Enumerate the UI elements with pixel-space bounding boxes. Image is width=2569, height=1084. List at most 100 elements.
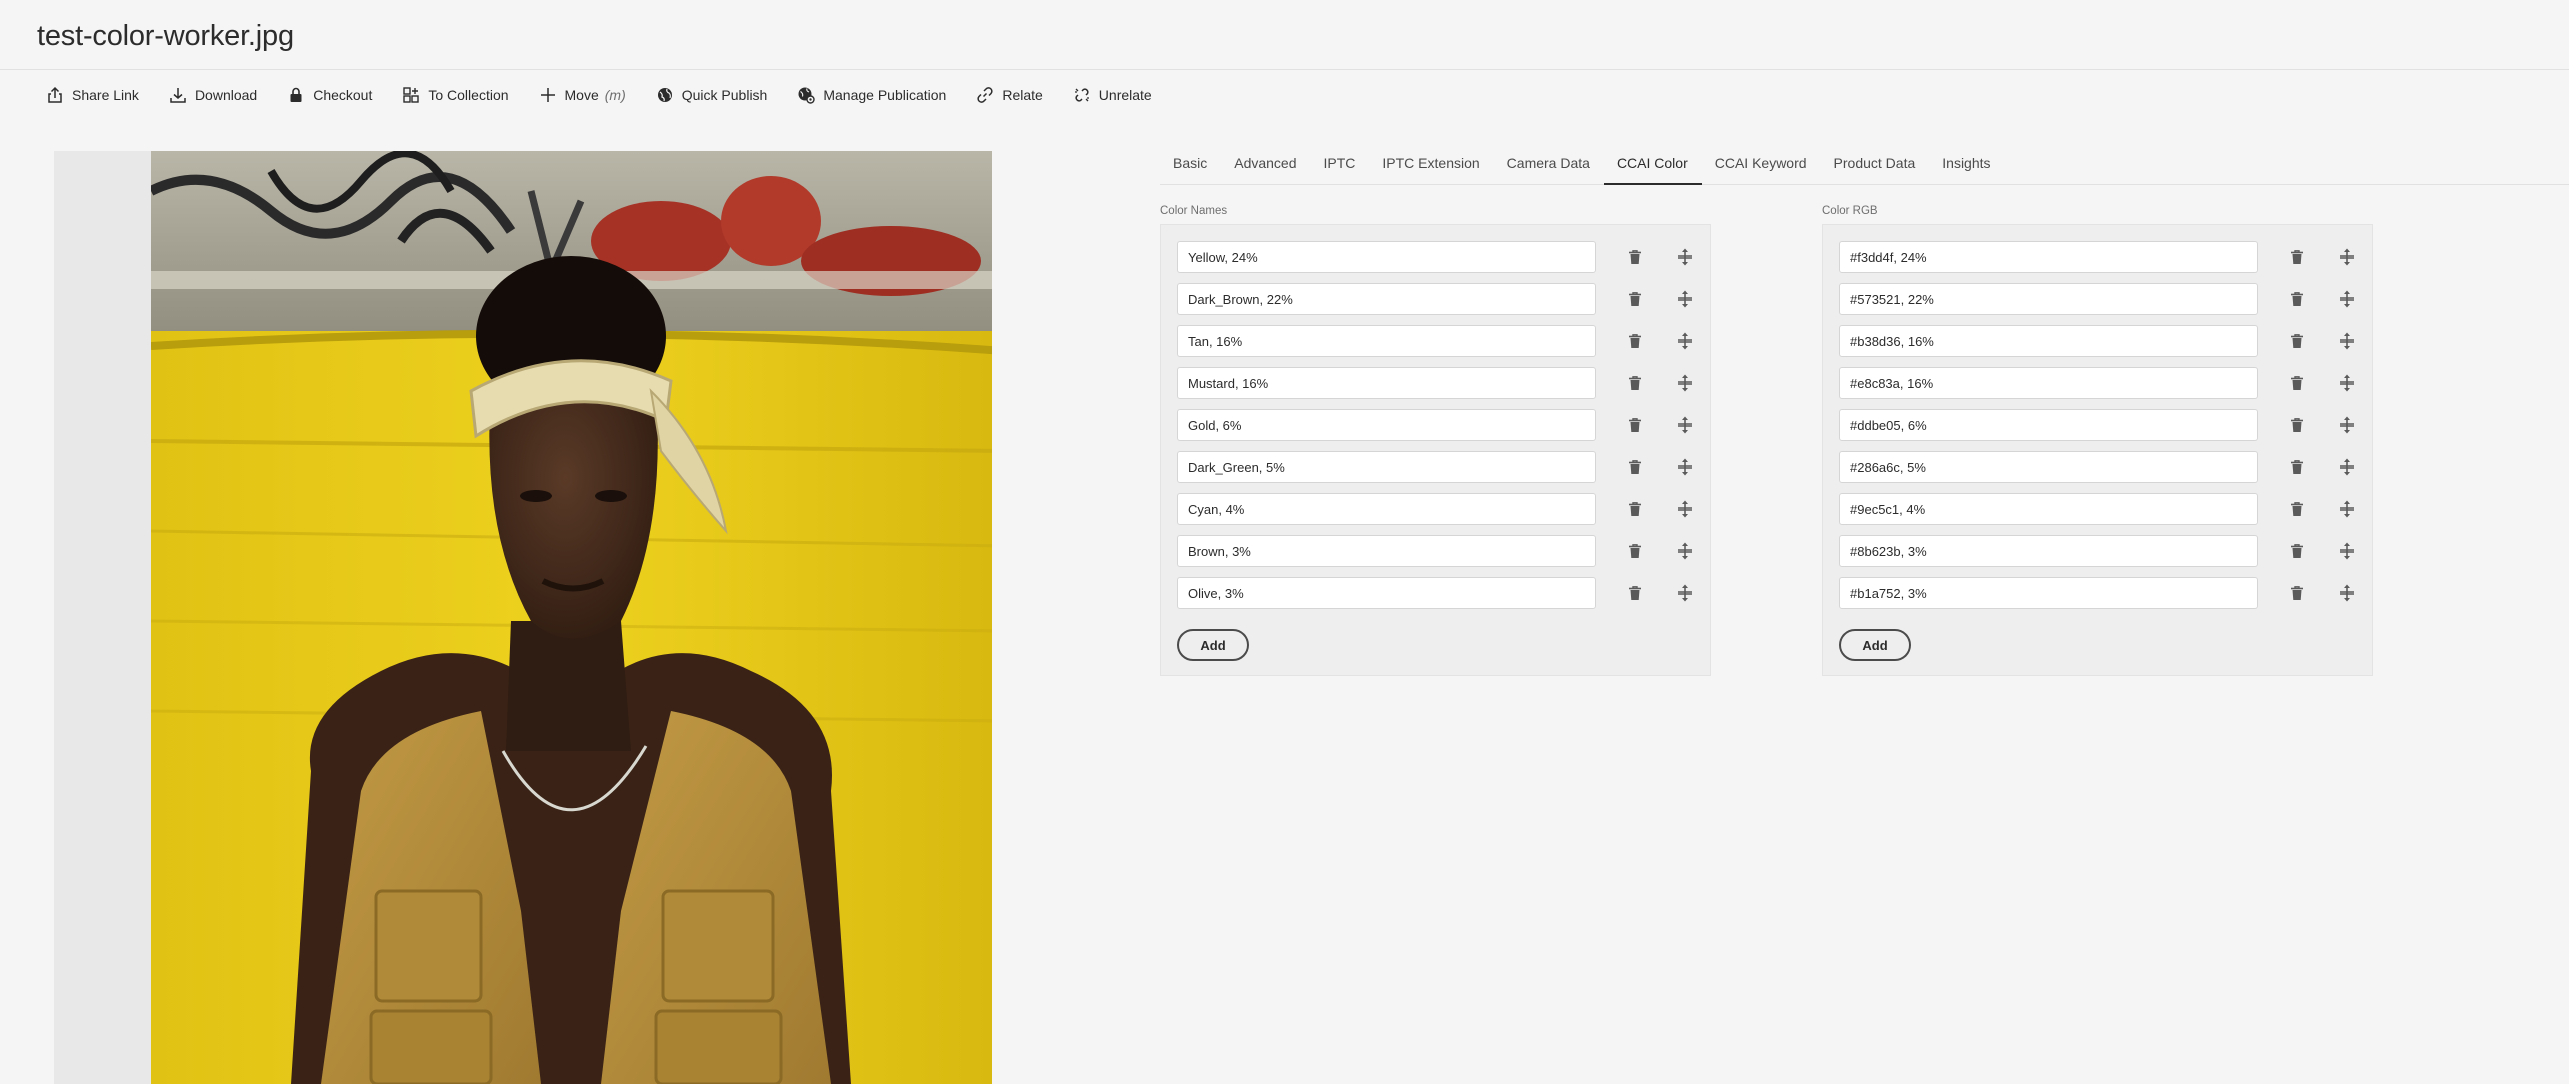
- trash-icon[interactable]: [1626, 332, 1644, 350]
- drag-handle-icon[interactable]: [1675, 499, 1695, 519]
- color-rgb-value-input[interactable]: [1839, 577, 2258, 609]
- color-rgb-value-input[interactable]: [1839, 535, 2258, 567]
- color-rgb-value-input[interactable]: [1839, 283, 2258, 315]
- color-name-value-input[interactable]: [1177, 577, 1596, 609]
- share-link-label: Share Link: [72, 87, 139, 103]
- drag-handle-icon[interactable]: [1675, 289, 1695, 309]
- tab-iptc-extension[interactable]: IPTC Extension: [1369, 141, 1493, 184]
- trash-icon[interactable]: [2288, 248, 2306, 266]
- color-rgb-row: [1839, 409, 2359, 441]
- drag-handle-icon[interactable]: [1675, 415, 1695, 435]
- manage-publication-button[interactable]: Manage Publication: [797, 86, 946, 104]
- move-button[interactable]: Move (m): [539, 86, 626, 104]
- download-button[interactable]: Download: [169, 86, 257, 104]
- color-rgb-row: [1839, 367, 2359, 399]
- color-name-row: [1177, 283, 1697, 315]
- drag-handle-icon[interactable]: [2337, 457, 2357, 477]
- drag-handle-icon[interactable]: [2337, 583, 2357, 603]
- move-icon: [540, 88, 555, 102]
- trash-icon[interactable]: [2288, 584, 2306, 602]
- relate-button[interactable]: Relate: [976, 86, 1043, 104]
- drag-handle-icon[interactable]: [1675, 583, 1695, 603]
- tab-camera-data[interactable]: Camera Data: [1494, 141, 1604, 184]
- manage-publication-label: Manage Publication: [823, 87, 947, 103]
- tab-basic[interactable]: Basic: [1160, 141, 1221, 184]
- drag-handle-icon[interactable]: [2337, 247, 2357, 267]
- tab-ccai-keyword[interactable]: CCAI Keyword: [1702, 141, 1821, 184]
- color-name-value-input[interactable]: [1177, 283, 1596, 315]
- share-link-button[interactable]: Share Link: [46, 86, 139, 104]
- trash-icon[interactable]: [1626, 290, 1644, 308]
- checkout-label: Checkout: [313, 87, 373, 103]
- trash-icon[interactable]: [1626, 374, 1644, 392]
- color-rgb-row: [1839, 535, 2359, 567]
- drag-handle-icon[interactable]: [2337, 499, 2357, 519]
- drag-handle-icon[interactable]: [1675, 457, 1695, 477]
- drag-handle-icon[interactable]: [2337, 373, 2357, 393]
- color-name-row: [1177, 325, 1697, 357]
- drag-handle-icon[interactable]: [1675, 331, 1695, 351]
- drag-handle-icon[interactable]: [2337, 415, 2357, 435]
- trash-icon[interactable]: [2288, 500, 2306, 518]
- move-label: Move: [564, 87, 599, 103]
- unlink-icon: [1074, 88, 1089, 102]
- drag-handle-icon[interactable]: [1675, 373, 1695, 393]
- color-name-value-input[interactable]: [1177, 535, 1596, 567]
- color-name-value-input[interactable]: [1177, 493, 1596, 525]
- color-rgb-value-input[interactable]: [1839, 241, 2258, 273]
- color-name-value-input[interactable]: [1177, 367, 1596, 399]
- color-rgb-add-button[interactable]: Add: [1839, 629, 1911, 661]
- share-icon: [48, 86, 62, 103]
- color-rgb-value-input[interactable]: [1839, 451, 2258, 483]
- trash-icon[interactable]: [2288, 542, 2306, 560]
- to-collection-button[interactable]: To Collection: [402, 86, 509, 104]
- color-names-add-button[interactable]: Add: [1177, 629, 1249, 661]
- globe-icon: [657, 88, 672, 102]
- page-title: test-color-worker.jpg: [37, 20, 294, 52]
- trash-icon[interactable]: [2288, 416, 2306, 434]
- metadata-tabs: Basic Advanced IPTC IPTC Extension Camer…: [1160, 140, 2569, 185]
- trash-icon[interactable]: [2288, 458, 2306, 476]
- quick-publish-button[interactable]: Quick Publish: [656, 86, 768, 104]
- drag-handle-icon[interactable]: [1675, 541, 1695, 561]
- title-divider: [0, 69, 2569, 70]
- drag-handle-icon[interactable]: [2337, 289, 2357, 309]
- tab-iptc[interactable]: IPTC: [1311, 141, 1370, 184]
- drag-handle-icon[interactable]: [1675, 247, 1695, 267]
- color-rgb-value-input[interactable]: [1839, 409, 2258, 441]
- quick-publish-label: Quick Publish: [681, 87, 768, 103]
- color-names-panel: Add: [1160, 224, 1711, 676]
- drag-handle-icon[interactable]: [2337, 541, 2357, 561]
- color-name-row: [1177, 535, 1697, 567]
- trash-icon[interactable]: [1626, 248, 1644, 266]
- color-name-value-input[interactable]: [1177, 409, 1596, 441]
- tab-advanced[interactable]: Advanced: [1221, 141, 1310, 184]
- link-icon: [977, 87, 993, 103]
- color-rgb-value-input[interactable]: [1839, 367, 2258, 399]
- color-rgb-value-input[interactable]: [1839, 493, 2258, 525]
- trash-icon[interactable]: [1626, 542, 1644, 560]
- drag-handle-icon[interactable]: [2337, 331, 2357, 351]
- color-name-value-input[interactable]: [1177, 325, 1596, 357]
- asset-image: [151, 151, 992, 1084]
- color-name-value-input[interactable]: [1177, 451, 1596, 483]
- color-rgb-row: [1839, 577, 2359, 609]
- color-rgb-value-input[interactable]: [1839, 325, 2258, 357]
- checkout-button[interactable]: Checkout: [287, 86, 372, 104]
- trash-icon[interactable]: [1626, 500, 1644, 518]
- tab-insights[interactable]: Insights: [1929, 141, 2004, 184]
- color-name-value-input[interactable]: [1177, 241, 1596, 273]
- trash-icon[interactable]: [2288, 290, 2306, 308]
- tab-product-data[interactable]: Product Data: [1821, 141, 1930, 184]
- color-name-row: [1177, 241, 1697, 273]
- tab-ccai-color[interactable]: CCAI Color: [1603, 141, 1702, 185]
- trash-icon[interactable]: [1626, 416, 1644, 434]
- collection-icon: [403, 87, 420, 103]
- trash-icon[interactable]: [2288, 374, 2306, 392]
- trash-icon[interactable]: [1626, 584, 1644, 602]
- unrelate-button[interactable]: Unrelate: [1073, 86, 1152, 104]
- trash-icon[interactable]: [2288, 332, 2306, 350]
- asset-preview: [54, 151, 992, 1084]
- relate-label: Relate: [1002, 87, 1043, 103]
- trash-icon[interactable]: [1626, 458, 1644, 476]
